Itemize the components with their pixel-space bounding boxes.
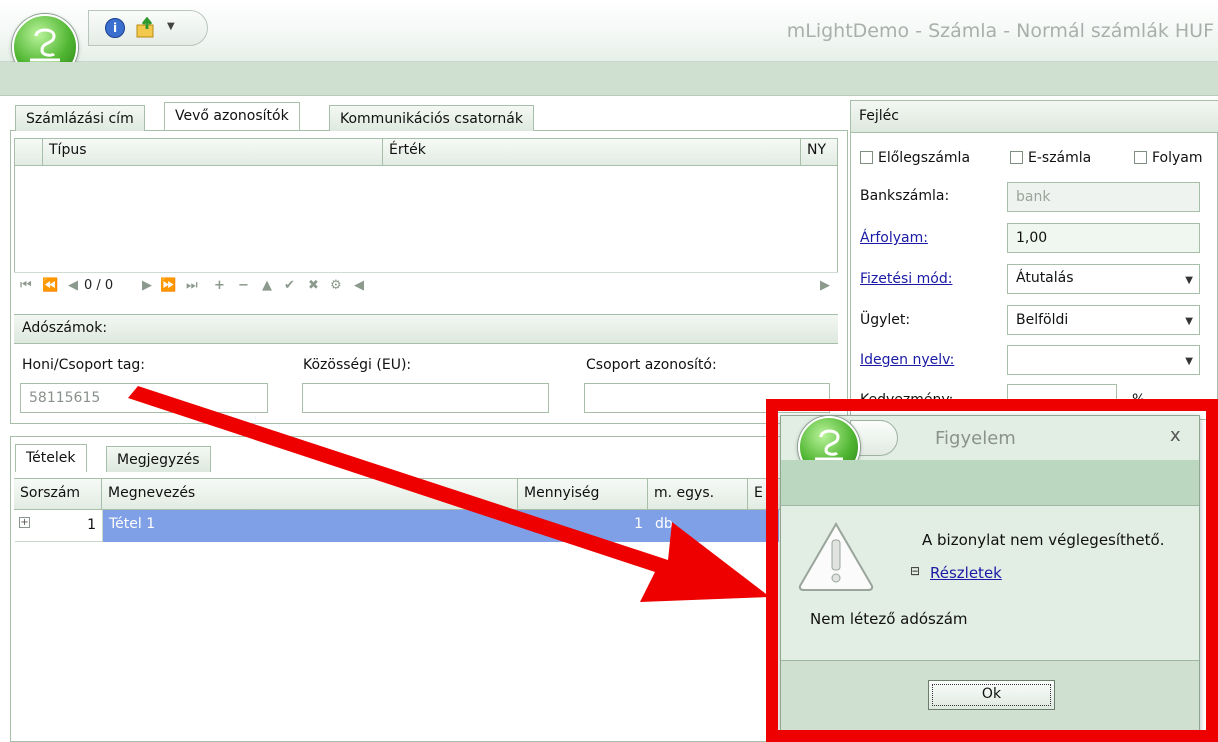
- dialog-message: A bizonylat nem véglegesíthető.: [922, 531, 1165, 549]
- details-link[interactable]: Részletek: [930, 564, 1002, 582]
- close-icon[interactable]: x: [1170, 425, 1181, 446]
- details-toggle-icon[interactable]: ⊟: [910, 564, 920, 578]
- dialog-ribbon: [781, 460, 1199, 506]
- ok-button[interactable]: Ok: [928, 680, 1055, 710]
- dialog-detail-text: Nem létező adószám: [810, 610, 968, 628]
- warning-icon: [796, 520, 876, 592]
- dialog-title: Figyelem: [935, 428, 1016, 449]
